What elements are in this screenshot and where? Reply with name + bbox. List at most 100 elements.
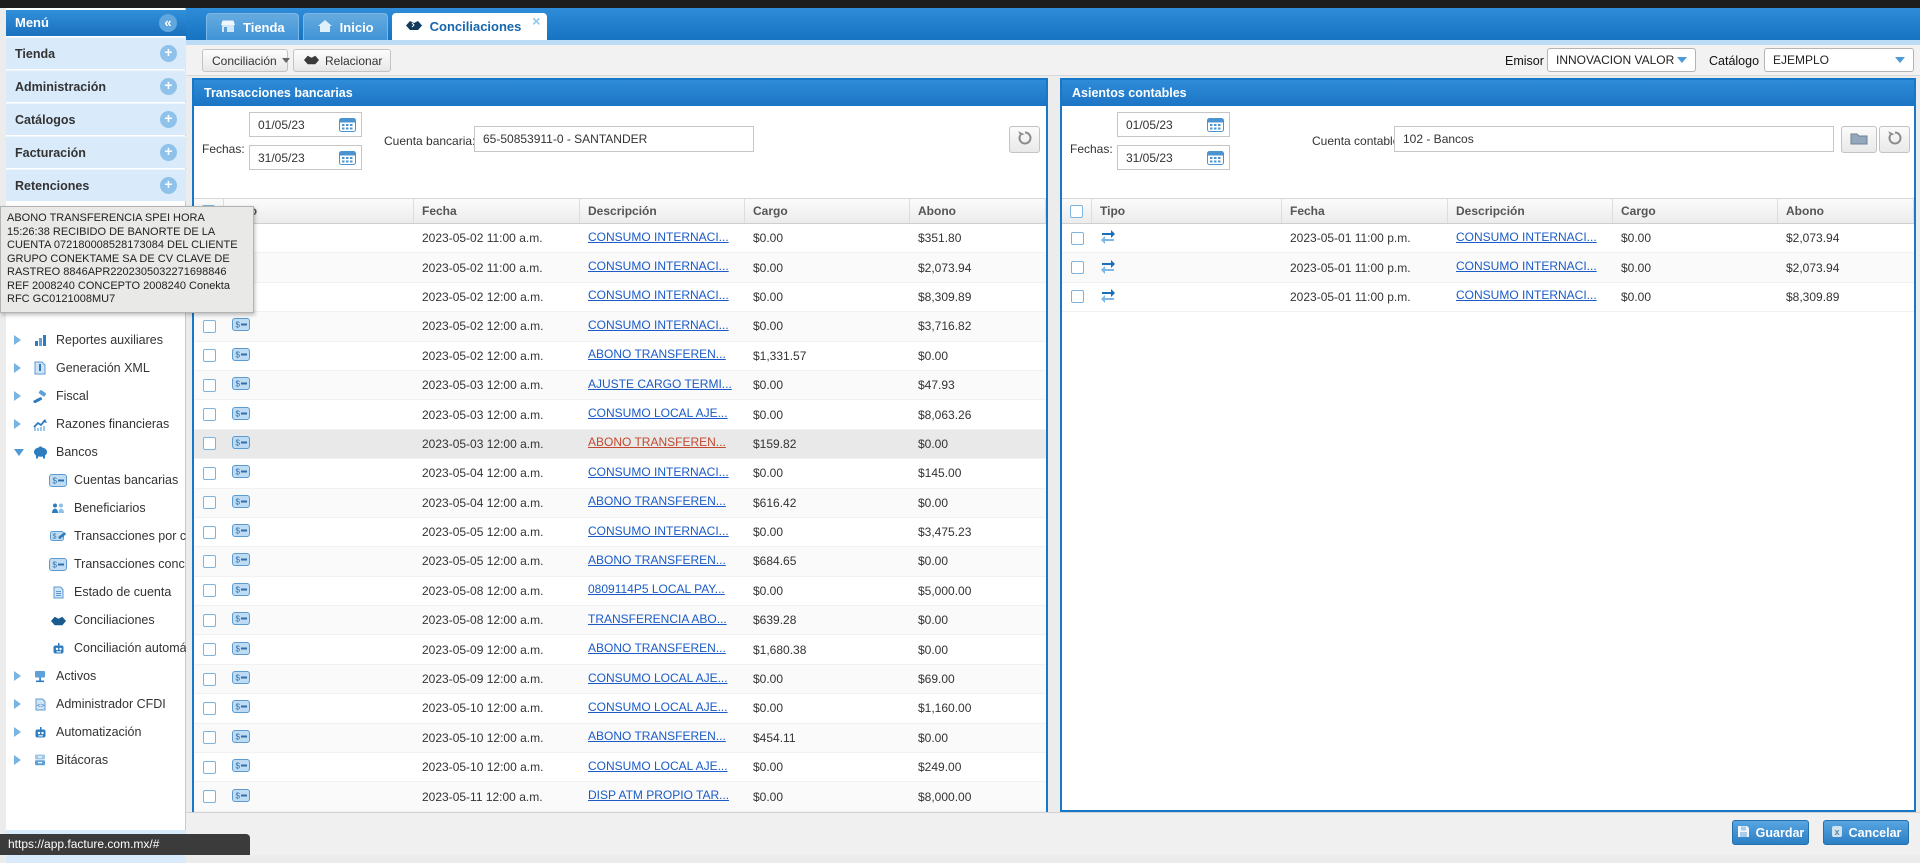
descripcion-link[interactable]: TRANSFERENCIA ABO... [588,612,727,626]
tab-tienda[interactable]: Tienda [206,13,299,40]
expander-icon[interactable] [14,755,30,765]
descripcion-link[interactable]: ABONO TRANSFEREN... [588,553,726,567]
table-row[interactable]: $ 2023-05-02 12:00 a.m. CONSUMO INTERNAC… [194,283,1046,312]
table-row[interactable]: $ 2023-05-10 12:00 a.m. ABONO TRANSFEREN… [194,724,1046,753]
catalogo-select[interactable]: EJEMPLO [1764,48,1914,72]
table-row[interactable]: 2023-05-01 11:00 p.m. CONSUMO INTERNACI.… [1062,253,1914,282]
table-row[interactable]: $ 2023-05-11 12:00 a.m. DISP ATM PROPIO … [194,782,1046,811]
expander-icon[interactable] [14,727,30,737]
tree-item[interactable]: Conciliaciones [6,606,186,634]
descripcion-link[interactable]: CONSUMO INTERNACI... [588,288,729,302]
descripcion-link[interactable]: CONSUMO LOCAL AJE... [588,671,728,685]
row-checkbox[interactable] [203,731,216,744]
descripcion-link[interactable]: ABONO TRANSFEREN... [588,641,726,655]
tree-item[interactable]: Razones financieras [6,410,186,438]
table-row[interactable]: $ 2023-05-04 12:00 a.m. ABONO TRANSFEREN… [194,489,1046,518]
row-checkbox[interactable] [203,643,216,656]
relacionar-button[interactable]: Relacionar [293,49,391,72]
cuenta-contable-input[interactable]: 102 - Bancos [1394,126,1834,152]
descripcion-link[interactable]: CONSUMO INTERNACI... [588,465,729,479]
descripcion-link[interactable]: 0809114P5 LOCAL PAY... [588,582,725,596]
table-row[interactable]: $ 2023-05-05 12:00 a.m. ABONO TRANSFEREN… [194,547,1046,576]
sidebar-section[interactable]: Tienda + [6,37,186,69]
descripcion-link[interactable]: CONSUMO LOCAL AJE... [588,406,728,420]
tree-item[interactable]: $ Transacciones por c [6,522,186,550]
tree-item[interactable]: Generación XML [6,354,186,382]
tree-item[interactable]: Automatización [6,718,186,746]
transfer-icon[interactable] [1100,233,1116,247]
expander-icon[interactable] [14,419,30,429]
expander-icon[interactable] [14,363,30,373]
descripcion-link[interactable]: CONSUMO INTERNACI... [1456,288,1597,302]
transfer-icon[interactable] [1100,292,1116,306]
descripcion-link[interactable]: ABONO TRANSFEREN... [588,494,726,508]
expander-icon[interactable] [14,671,30,681]
collapse-sidebar-icon[interactable]: « [159,14,177,32]
tree-item[interactable]: Bitácoras [6,746,186,774]
column-header-abono[interactable]: Abono [1778,199,1914,223]
column-header-cargo[interactable]: Cargo [745,199,910,223]
descripcion-link[interactable]: CONSUMO INTERNACI... [588,259,729,273]
table-row[interactable]: $ 2023-05-02 11:00 a.m. CONSUMO INTERNAC… [194,253,1046,282]
fecha-hasta-input[interactable]: 31/05/23 [1117,145,1230,170]
descripcion-link[interactable]: DISP ATM PROPIO TAR... [588,788,729,802]
row-checkbox[interactable] [203,584,216,597]
row-checkbox[interactable] [203,496,216,509]
row-checkbox[interactable] [203,379,216,392]
column-header-descripcion[interactable]: Descripción [1448,199,1613,223]
descripcion-link[interactable]: CONSUMO LOCAL AJE... [588,700,728,714]
table-row[interactable]: $ 2023-05-09 12:00 a.m. ABONO TRANSFEREN… [194,635,1046,664]
refresh-button[interactable] [1879,126,1910,153]
column-header-fecha[interactable]: Fecha [414,199,580,223]
table-row[interactable]: $ 2023-05-05 12:00 a.m. CONSUMO INTERNAC… [194,518,1046,547]
column-header-cargo[interactable]: Cargo [1613,199,1778,223]
table-row[interactable]: $ 2023-05-10 12:00 a.m. CONSUMO LOCAL AJ… [194,694,1046,723]
refresh-button[interactable] [1009,126,1040,153]
row-checkbox[interactable] [203,702,216,715]
select-all-checkbox[interactable] [1070,205,1083,218]
descripcion-link[interactable]: CONSUMO INTERNACI... [588,230,729,244]
descripcion-link[interactable]: CONSUMO INTERNACI... [1456,230,1597,244]
tree-item[interactable]: <> Administrador CFDI [6,690,186,718]
tree-item[interactable]: Reportes auxiliares [6,326,186,354]
table-row[interactable]: $ 2023-05-03 12:00 a.m. AJUSTE CARGO TER… [194,371,1046,400]
row-checkbox[interactable] [203,555,216,568]
emisor-select[interactable]: INNOVACION VALOR [1547,48,1696,72]
expand-plus-icon[interactable]: + [160,111,177,128]
tree-item[interactable]: Beneficiarios [6,494,186,522]
calendar-icon[interactable] [1207,117,1224,132]
table-row[interactable]: $ 2023-05-03 12:00 a.m. ABONO TRANSFEREN… [194,430,1046,459]
table-row[interactable]: 2023-05-01 11:00 p.m. CONSUMO INTERNACI.… [1062,283,1914,312]
column-header-descripcion[interactable]: Descripción [580,199,745,223]
transfer-icon[interactable] [1100,263,1116,277]
expander-icon[interactable] [14,699,30,709]
calendar-icon[interactable] [1207,150,1224,165]
row-checkbox[interactable] [203,320,216,333]
conciliacion-menu-button[interactable]: Conciliación [202,49,288,72]
descripcion-link[interactable]: ABONO TRANSFEREN... [588,435,726,449]
row-checkbox[interactable] [203,673,216,686]
expand-plus-icon[interactable]: + [160,144,177,161]
row-checkbox[interactable] [203,526,216,539]
table-row[interactable]: $ 2023-05-03 12:00 a.m. CONSUMO LOCAL AJ… [194,400,1046,429]
row-checkbox[interactable] [1071,261,1084,274]
row-checkbox[interactable] [203,408,216,421]
descripcion-link[interactable]: CONSUMO LOCAL AJE... [588,759,728,773]
sidebar-section[interactable]: Catálogos + [6,103,186,135]
row-checkbox[interactable] [203,790,216,803]
table-row[interactable]: $ 2023-05-10 12:00 a.m. CONSUMO LOCAL AJ… [194,753,1046,782]
expand-plus-icon[interactable]: + [160,78,177,95]
sidebar-section[interactable]: Retenciones + [6,169,186,201]
descripcion-link[interactable]: ABONO TRANSFEREN... [588,347,726,361]
expander-icon[interactable] [14,391,30,401]
expander-icon[interactable] [14,335,30,345]
column-header-tipo[interactable]: Tipo [1092,199,1282,223]
row-checkbox[interactable] [203,761,216,774]
tree-item[interactable]: Conciliación automá [6,634,186,662]
browse-account-button[interactable] [1841,126,1877,153]
sidebar-section[interactable]: Administración + [6,70,186,102]
table-row[interactable]: 2023-05-01 11:00 p.m. CONSUMO INTERNACI.… [1062,224,1914,253]
table-row[interactable]: $ 2023-05-04 12:00 a.m. CONSUMO INTERNAC… [194,459,1046,488]
tab-conciliaciones[interactable]: Conciliaciones × [392,13,548,40]
tree-item[interactable]: Bancos [6,438,186,466]
